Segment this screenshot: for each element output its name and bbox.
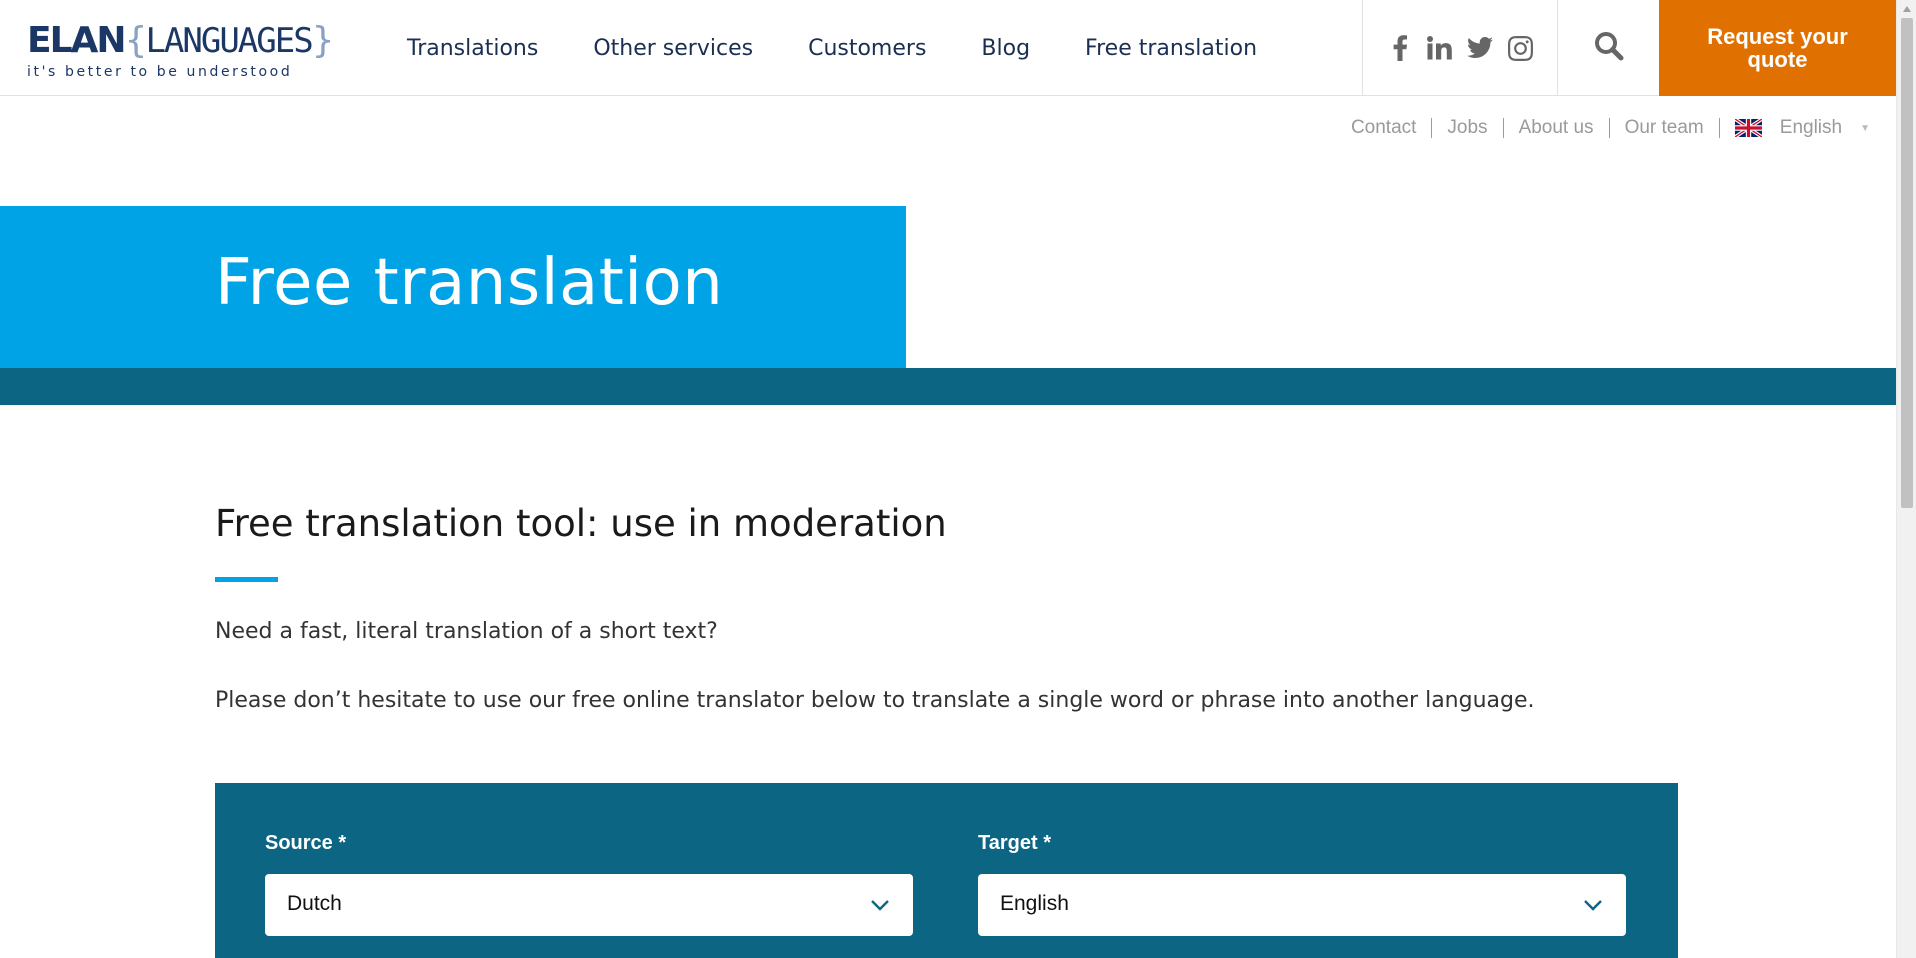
target-language-select[interactable]: English — [978, 874, 1626, 936]
search-icon — [1594, 31, 1624, 65]
language-selector[interactable]: English ▼ — [1733, 117, 1870, 139]
nav-free-translation[interactable]: Free translation — [1085, 36, 1257, 61]
elan-languages-logo[interactable]: ELAN{LANGUAGES} it's better to be unders… — [27, 18, 335, 80]
target-language-value: English — [1000, 892, 1069, 915]
nav-other-services[interactable]: Other services — [593, 36, 753, 61]
divider — [1608, 118, 1610, 138]
twitter-icon[interactable] — [1466, 34, 1494, 62]
linkedin-icon[interactable] — [1426, 34, 1454, 62]
scrollbar-thumb[interactable] — [1901, 18, 1913, 508]
scroll-up-arrow-icon[interactable] — [1897, 0, 1916, 17]
divider — [1718, 118, 1720, 138]
secondary-navigation: Contact Jobs About us Our team English ▼ — [1351, 115, 1870, 141]
section-heading: Free translation tool: use in moderation — [215, 502, 947, 545]
instructions-paragraph: Please don’t hesitate to use our free on… — [215, 688, 1535, 713]
intro-paragraph: Need a fast, literal translation of a sh… — [215, 619, 718, 644]
request-quote-button[interactable]: Request your quote — [1659, 0, 1896, 96]
logo-brand-light: LANGUAGES — [145, 21, 313, 61]
hero-banner: Free translation — [0, 206, 906, 368]
vertical-scrollbar[interactable] — [1896, 0, 1916, 958]
logo-brand-bold: ELAN — [27, 20, 127, 61]
nav-translations[interactable]: Translations — [407, 36, 538, 61]
translation-tool: Source * Dutch Target * English — [215, 783, 1678, 958]
logo-tagline: it's better to be understood — [27, 64, 293, 80]
language-label: English — [1779, 117, 1843, 138]
logo-wordmark: ELAN{LANGUAGES} — [27, 18, 335, 64]
logo-brace-close: } — [311, 20, 335, 61]
chevron-down-icon — [869, 894, 891, 916]
main-navigation: Translations Other services Customers Bl… — [407, 0, 1312, 96]
nav-customers[interactable]: Customers — [808, 36, 926, 61]
site-header: ELAN{LANGUAGES} it's better to be unders… — [0, 0, 1896, 96]
subnav-jobs[interactable]: Jobs — [1447, 117, 1487, 139]
subnav-about-us[interactable]: About us — [1519, 117, 1594, 139]
instagram-icon[interactable] — [1506, 34, 1534, 62]
source-language-value: Dutch — [287, 892, 342, 915]
page-title: Free translation — [215, 246, 724, 320]
target-label: Target * — [978, 832, 1051, 854]
social-links — [1362, 0, 1558, 96]
logo-brace-open: { — [124, 20, 148, 61]
subnav-our-team[interactable]: Our team — [1625, 117, 1704, 139]
facebook-icon[interactable] — [1386, 34, 1414, 62]
subnav-contact[interactable]: Contact — [1351, 117, 1416, 139]
caret-down-icon: ▼ — [1860, 122, 1870, 134]
chevron-down-icon — [1582, 894, 1604, 916]
search-button[interactable] — [1559, 0, 1659, 96]
divider — [1431, 118, 1433, 138]
divider — [1502, 118, 1504, 138]
source-language-select[interactable]: Dutch — [265, 874, 913, 936]
uk-flag-icon — [1733, 117, 1763, 139]
heading-underline — [215, 577, 278, 582]
source-label: Source * — [265, 832, 347, 854]
hero-band — [0, 368, 1896, 405]
nav-blog[interactable]: Blog — [981, 36, 1030, 61]
